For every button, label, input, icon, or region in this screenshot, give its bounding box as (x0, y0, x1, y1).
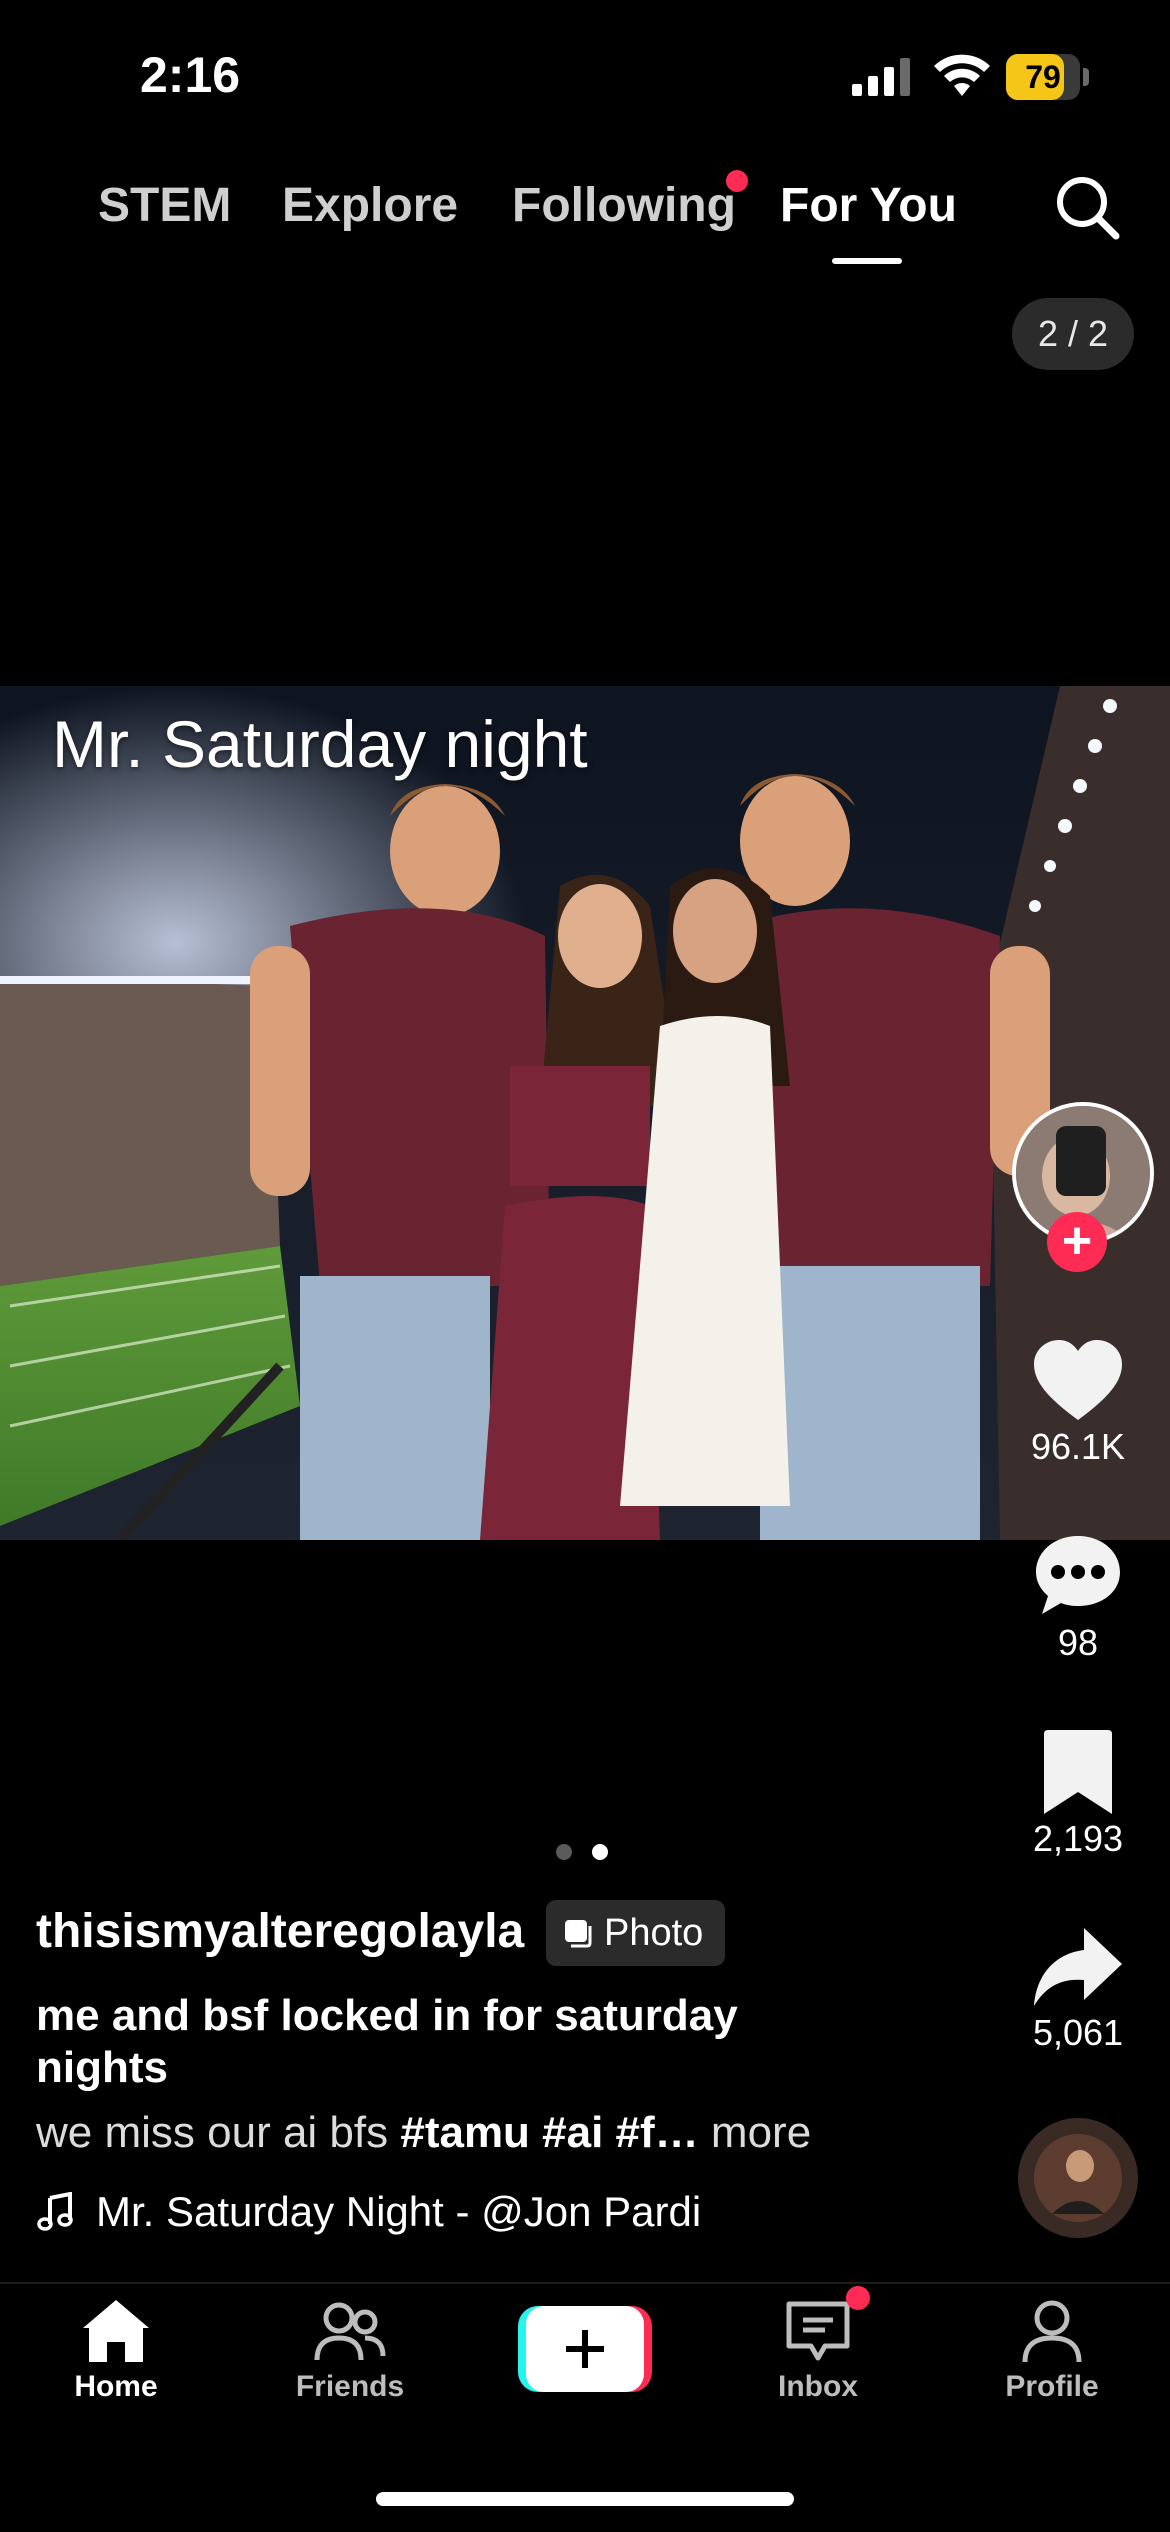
nav-divider (0, 2282, 1170, 2284)
profile-icon (1022, 2300, 1082, 2363)
carousel-indicator (556, 1844, 628, 1865)
battery-level: 79 (1025, 59, 1061, 95)
status-time: 2:16 (140, 47, 241, 103)
music-note-icon (37, 2192, 73, 2231)
battery-indicator: 79 (1006, 54, 1092, 100)
photo-page-counter: 2 / 2 (1012, 298, 1134, 370)
save-count: 2,193 (1032, 1818, 1124, 1859)
nav-friends[interactable]: Friends (260, 2296, 440, 2404)
wifi-icon (934, 54, 990, 96)
description-text: we miss our ai bfs (36, 2108, 401, 2157)
home-icon (83, 2300, 149, 2362)
tab-for-you[interactable]: For You (780, 178, 957, 233)
home-indicator (376, 2492, 794, 2506)
nav-profile[interactable]: Profile (962, 2296, 1142, 2404)
music-title: Mr. Saturday Night - @Jon Pardi (96, 2188, 702, 2235)
create-button[interactable] (518, 2306, 652, 2392)
post-title: me and bsf locked in for saturday nights (36, 1991, 738, 2092)
comment-count: 98 (1057, 1622, 1099, 1663)
tab-following[interactable]: Following (512, 178, 736, 233)
photo-badge: Photo (546, 1900, 726, 1966)
post-description[interactable]: we miss our ai bfs #tamu #ai #f… more (36, 2108, 811, 2158)
bookmark-icon[interactable] (1028, 1722, 1128, 1822)
like-count: 96.1K (1030, 1426, 1126, 1467)
nav-inbox[interactable]: Inbox (728, 2296, 908, 2404)
nav-friends-label: Friends (295, 2370, 405, 2403)
friends-icon (314, 2302, 386, 2361)
creator-username[interactable]: thisismyalteregolayla (36, 1904, 524, 1959)
tab-stem[interactable]: STEM (98, 178, 231, 233)
heart-icon[interactable] (1028, 1332, 1128, 1432)
photo-stack-icon (565, 1920, 592, 1948)
nav-home-label: Home (74, 2370, 158, 2403)
carousel-dot (556, 1844, 572, 1860)
follow-button[interactable]: + (1047, 1212, 1107, 1272)
inbox-icon (786, 2301, 850, 2361)
tab-explore[interactable]: Explore (282, 178, 458, 233)
music-info[interactable]: Mr. Saturday Night - @Jon Pardi (36, 2188, 701, 2236)
hashtags[interactable]: #tamu #ai #f… (400, 2108, 698, 2157)
music-disc[interactable] (1018, 2118, 1138, 2238)
following-notification-dot (726, 170, 748, 192)
photo-badge-label: Photo (604, 1912, 704, 1954)
search-icon[interactable] (1052, 172, 1122, 242)
photo-caption-overlay: Mr. Saturday night (52, 707, 588, 781)
cellular-signal-icon (852, 58, 910, 96)
nav-profile-label: Profile (1005, 2370, 1099, 2403)
nav-inbox-label: Inbox (778, 2370, 858, 2403)
post-photo[interactable] (0, 686, 1170, 1540)
more-link[interactable]: more (699, 2108, 811, 2157)
carousel-dot-active (592, 1844, 608, 1860)
share-icon[interactable] (1028, 1918, 1128, 2018)
share-count: 5,061 (1032, 2012, 1124, 2053)
comment-icon[interactable] (1028, 1526, 1128, 1626)
nav-home[interactable]: Home (26, 2296, 206, 2404)
inbox-notification-dot (846, 2286, 870, 2310)
active-tab-indicator (832, 258, 902, 264)
